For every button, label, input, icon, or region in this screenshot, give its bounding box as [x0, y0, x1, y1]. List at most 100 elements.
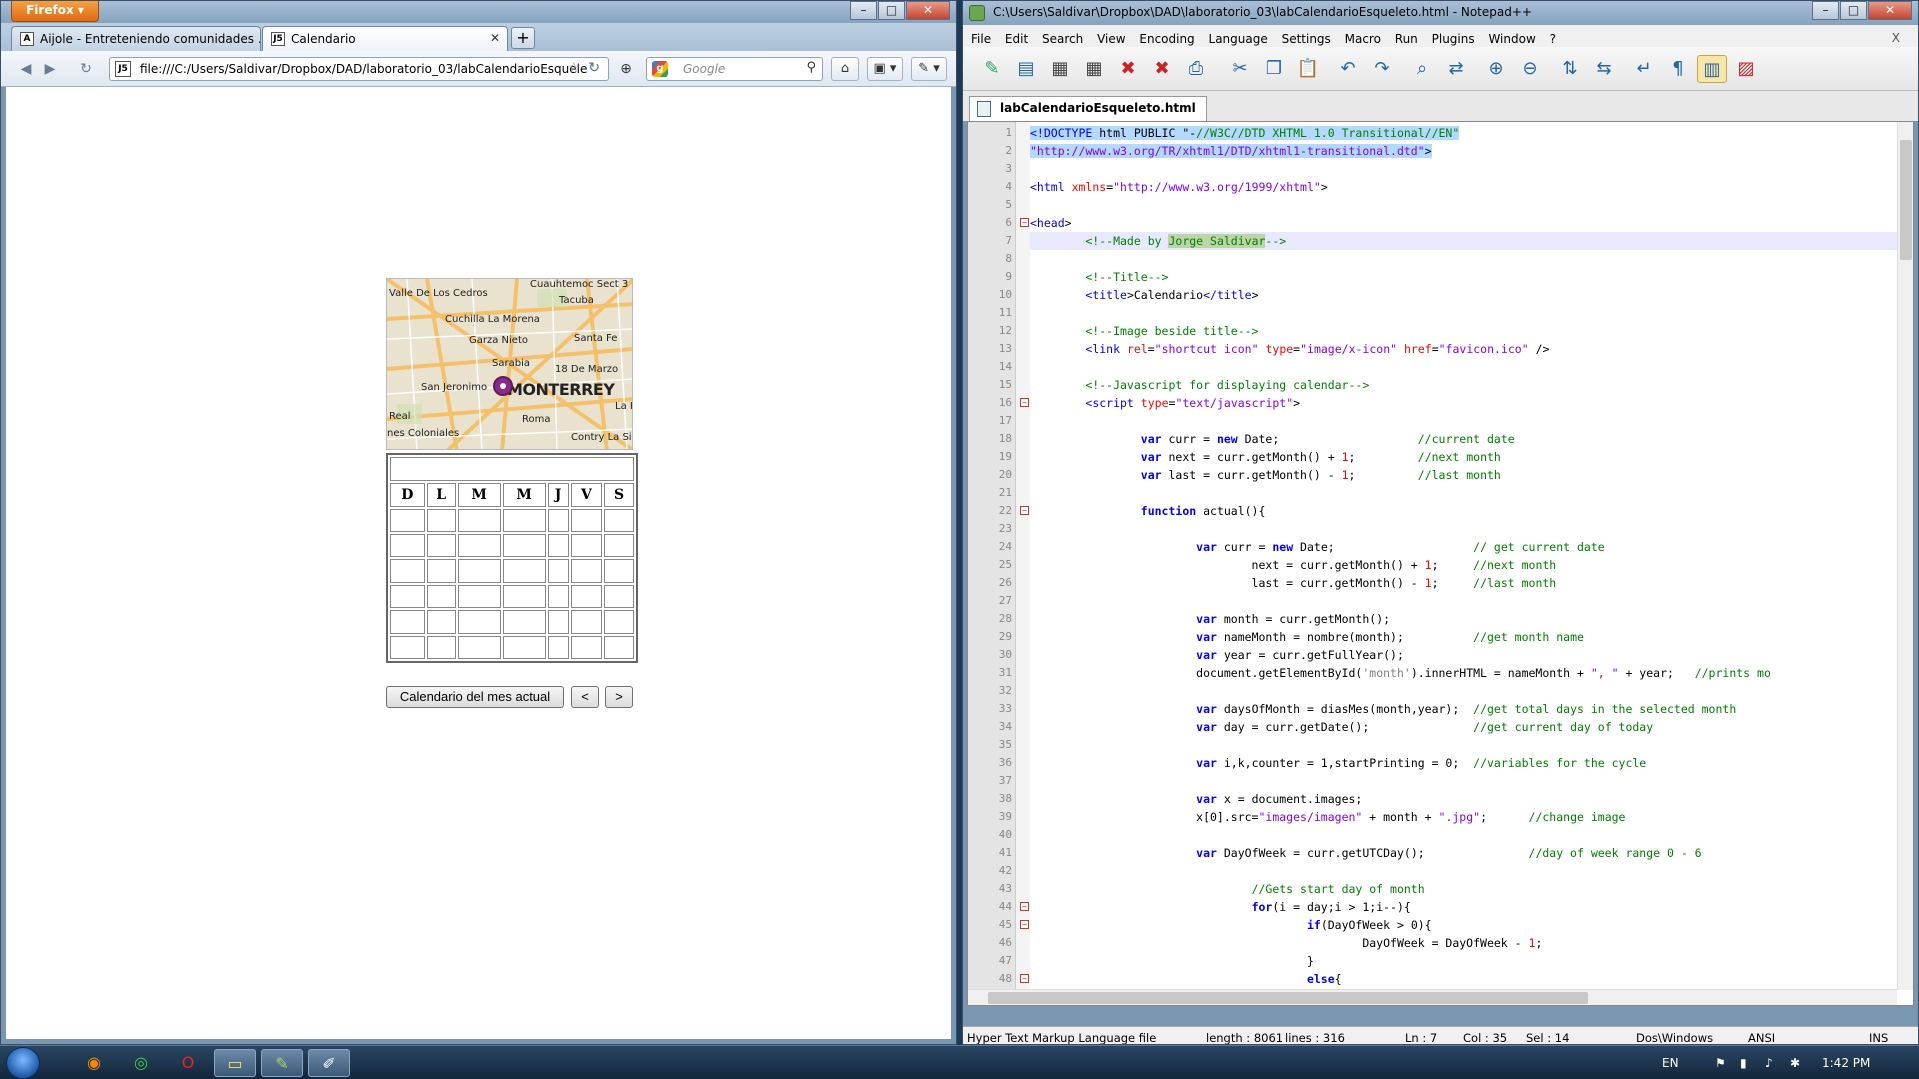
clock[interactable]: 1:42 PM: [1822, 1046, 1870, 1079]
tab-aijole[interactable]: A Aijole - Entreteniendo comunidades ...: [11, 26, 261, 51]
calendar-day-cell[interactable]: [426, 508, 456, 533]
calendar-day-cell[interactable]: [547, 635, 569, 659]
code-line[interactable]: 36 var i,k,counter = 1,startPrinting = 0…: [999, 754, 1900, 772]
calendar-day-cell[interactable]: [457, 584, 501, 609]
close-tab-icon[interactable]: ✕: [490, 31, 500, 45]
code-line[interactable]: 40: [999, 826, 1900, 844]
open-file-icon[interactable]: ▤: [1011, 55, 1041, 83]
code-line[interactable]: 25 next = curr.getMonth() + 1; //next mo…: [999, 556, 1900, 574]
code-line[interactable]: 48− else{: [999, 970, 1900, 988]
reload-icon[interactable]: ↻: [75, 59, 97, 79]
code-editor[interactable]: 1 <!DOCTYPE html PUBLIC "-//W3C//DTD XHTM…: [967, 121, 1914, 1006]
addon-icon[interactable]: ⊕: [615, 59, 637, 79]
close-all-icon[interactable]: ✖: [1147, 55, 1177, 83]
code-line[interactable]: 26 last = curr.getMonth() - 1; //last mo…: [999, 574, 1900, 592]
calendar-day-cell[interactable]: [502, 610, 546, 634]
menu-language[interactable]: Language: [1209, 32, 1268, 46]
code-line[interactable]: 20 var last = curr.getMonth() - 1; //las…: [999, 466, 1900, 484]
code-line[interactable]: 24 var curr = new Date; // get current d…: [999, 538, 1900, 556]
calendar-day-cell[interactable]: [390, 584, 425, 609]
calendar-day-cell[interactable]: [502, 635, 546, 659]
firefox-task-icon[interactable]: ◉: [73, 1049, 115, 1077]
site-identity-icon[interactable]: J5: [115, 61, 131, 77]
code-line[interactable]: 43 //Gets start day of month: [999, 880, 1900, 898]
bookmark-star-icon[interactable]: ☆: [567, 60, 580, 76]
code-line[interactable]: 3: [1005, 160, 1900, 178]
paint-task-icon[interactable]: ✐: [308, 1049, 350, 1077]
calendar-day-cell[interactable]: [547, 584, 569, 609]
code-line[interactable]: 18 var curr = new Date; //current date: [999, 430, 1900, 448]
home-button[interactable]: ⌂: [831, 57, 859, 81]
code-line[interactable]: 39 x[0].src="images/imagen" + month + ".…: [999, 808, 1900, 826]
calendar-day-cell[interactable]: [426, 584, 456, 609]
code-line[interactable]: 13 <link rel="shortcut icon" type="image…: [999, 340, 1900, 358]
calendar-day-cell[interactable]: [457, 559, 501, 583]
refresh-icon[interactable]: ↻: [588, 60, 600, 76]
tab-calendario[interactable]: J5 Calendario ✕: [262, 26, 508, 51]
new-file-icon[interactable]: ✎: [977, 55, 1007, 83]
minimize-icon[interactable]: –: [1812, 1, 1839, 20]
menu-search[interactable]: Search: [1042, 32, 1083, 46]
explorer-task-icon[interactable]: ▭: [214, 1049, 256, 1077]
code-line[interactable]: 17: [999, 412, 1900, 430]
menu-window[interactable]: Window: [1488, 32, 1535, 46]
calendar-day-cell[interactable]: [604, 534, 634, 558]
code-line[interactable]: 35: [999, 736, 1900, 754]
word-wrap-icon[interactable]: ↵: [1629, 55, 1659, 83]
calendar-day-cell[interactable]: [457, 508, 501, 533]
horizontal-scrollbar[interactable]: [968, 989, 1897, 1005]
calendar-day-cell[interactable]: [426, 610, 456, 634]
code-line[interactable]: 47 }: [999, 952, 1900, 970]
code-line[interactable]: 15 <!--Javascript for displaying calenda…: [999, 376, 1900, 394]
chrome-task-icon[interactable]: ◎: [120, 1049, 162, 1077]
code-line[interactable]: 16− <script type="text/javascript">: [999, 394, 1900, 412]
code-line[interactable]: 22− function actual(){: [999, 502, 1900, 520]
document-tab[interactable]: labCalendarioEsqueleto.html: [969, 96, 1207, 121]
code-area[interactable]: 1 <!DOCTYPE html PUBLIC "-//W3C//DTD XHTM…: [999, 124, 1900, 1005]
code-line[interactable]: 30 var year = curr.getFullYear();: [999, 646, 1900, 664]
zoom-out-icon[interactable]: ⊖: [1515, 55, 1545, 83]
code-line[interactable]: 27: [999, 592, 1900, 610]
replace-icon[interactable]: ⇄: [1441, 55, 1471, 83]
code-line[interactable]: 5: [1005, 196, 1900, 214]
forward-icon[interactable]: ▶: [39, 59, 61, 79]
url-bar[interactable]: J5 file:///C:/Users/Saldivar/Dropbox/DAD…: [109, 57, 609, 81]
back-icon[interactable]: ◀: [15, 59, 37, 79]
google-icon[interactable]: g: [652, 61, 668, 77]
scroll-thumb[interactable]: [988, 992, 1588, 1004]
code-line[interactable]: 42: [999, 862, 1900, 880]
calendar-day-cell[interactable]: [604, 610, 634, 634]
undo-icon[interactable]: ↶: [1333, 55, 1363, 83]
paste-icon[interactable]: 📋: [1293, 55, 1323, 83]
code-line[interactable]: 23: [999, 520, 1900, 538]
redo-icon[interactable]: ↷: [1367, 55, 1397, 83]
doc-map-icon[interactable]: ▨: [1731, 55, 1761, 83]
cut-icon[interactable]: ✂: [1225, 55, 1255, 83]
print-icon[interactable]: ⎙: [1181, 55, 1211, 83]
code-line[interactable]: 9 <!--Title-->: [1005, 268, 1900, 286]
menu-view[interactable]: View: [1097, 32, 1125, 46]
code-line[interactable]: 45− if(DayOfWeek > 0){: [999, 916, 1900, 934]
calendar-day-cell[interactable]: [426, 635, 456, 659]
zoom-in-icon[interactable]: ⊕: [1481, 55, 1511, 83]
save-all-icon[interactable]: ▦: [1079, 55, 1109, 83]
code-line[interactable]: 2 "http://www.w3.org/TR/xhtml1/DTD/xhtml1…: [1005, 142, 1900, 160]
code-line[interactable]: 11: [999, 304, 1900, 322]
code-line[interactable]: 37: [999, 772, 1900, 790]
calendar-day-cell[interactable]: [570, 635, 603, 659]
calendar-day-cell[interactable]: [604, 559, 634, 583]
save-icon[interactable]: ▦: [1045, 55, 1075, 83]
fold-toggle-icon[interactable]: −: [1020, 398, 1029, 407]
fold-toggle-icon[interactable]: −: [1020, 920, 1029, 929]
calendar-day-cell[interactable]: [457, 635, 501, 659]
code-line[interactable]: 4 <html xmlns="http://www.w3.org/1999/xht…: [1005, 178, 1900, 196]
menu-macro[interactable]: Macro: [1345, 32, 1381, 46]
maximize-icon[interactable]: □: [878, 1, 905, 20]
menu-plugins[interactable]: Plugins: [1432, 32, 1475, 46]
language-indicator[interactable]: EN: [1662, 1046, 1679, 1079]
calendar-day-cell[interactable]: [570, 610, 603, 634]
calendar-day-cell[interactable]: [547, 534, 569, 558]
calendar-day-cell[interactable]: [604, 508, 634, 533]
code-line[interactable]: 28 var month = curr.getMonth();: [999, 610, 1900, 628]
tray-network-icon[interactable]: ▮: [1740, 1046, 1747, 1079]
